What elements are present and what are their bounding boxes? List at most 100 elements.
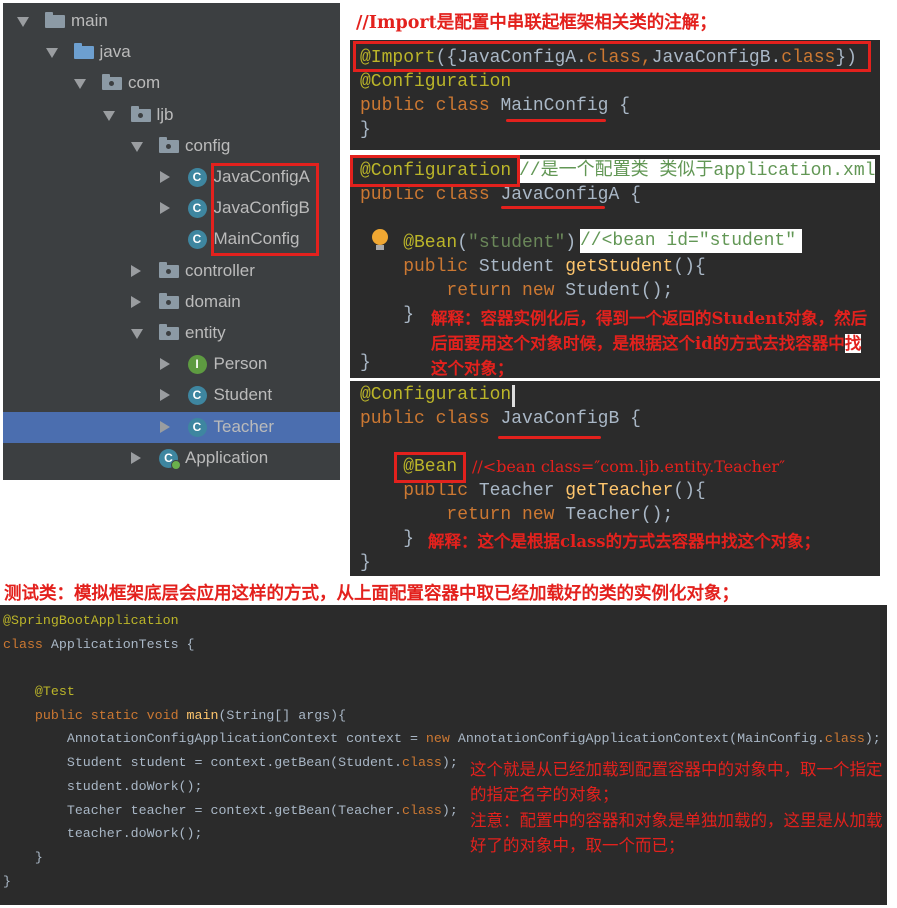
tree-item-java[interactable]: java <box>3 37 340 68</box>
expand-arrow-down-icon[interactable] <box>131 141 143 152</box>
config-classes-highlight-box <box>211 163 319 256</box>
tree-item-student[interactable]: C Student <box>3 380 340 411</box>
class-icon: C <box>187 417 207 437</box>
spring-application-icon: C <box>159 448 181 470</box>
code-token-txt: student.doWork(); <box>3 778 203 794</box>
code-token-meth: getStudent <box>565 257 674 277</box>
code-token-kw: new <box>425 731 458 747</box>
tree-item-controller[interactable]: controller <box>3 256 340 287</box>
code-token-ann: @Configuration <box>360 72 512 92</box>
code-token-txt: JavaConfigB <box>500 409 620 429</box>
expand-arrow-down-icon[interactable] <box>17 17 29 27</box>
expand-arrow-down-icon[interactable] <box>74 79 86 90</box>
getbean-note: 这个就是从已经加载到配置容器中的对象中，取一个指定的指定名字的对象； <box>470 760 883 804</box>
code-token-txt: (){ <box>673 481 706 501</box>
code-token-txt: { <box>619 409 641 429</box>
expand-arrow-right-icon[interactable] <box>159 202 170 215</box>
code-token-kw: public static void <box>3 707 187 723</box>
expand-arrow-right-icon[interactable] <box>159 171 170 183</box>
expand-arrow-down-icon[interactable] <box>45 48 58 59</box>
tree-item-label: Person <box>213 354 268 374</box>
attention-note: 注意：配置中的容器和对象是单独加载的，这里是从加载好了的对象中，取一个而已； <box>470 811 883 855</box>
tree-item-label: com <box>128 73 161 93</box>
code-token-txt: Student(); <box>565 281 674 301</box>
tree-item-label: java <box>99 42 131 62</box>
code-token-txt: Teacher <box>478 481 566 501</box>
code-token-txt: ApplicationTests { <box>50 636 195 652</box>
code-line: public class JavaConfigB { <box>360 407 706 431</box>
code-line: return new Student(); <box>360 279 706 303</box>
expand-arrow-right-icon[interactable] <box>159 358 170 371</box>
code-token-kw: public class <box>360 185 501 205</box>
tree-item-label: controller <box>185 260 255 280</box>
package-icon <box>159 292 179 309</box>
code-token-ann: @SpringBootApplication <box>3 613 179 628</box>
tree-item-person[interactable]: I Person <box>3 349 340 380</box>
text-cursor <box>512 385 515 407</box>
code-token-meth: getTeacher <box>565 481 674 501</box>
class-icon: C <box>187 199 207 219</box>
code-token-txt: { <box>619 185 641 205</box>
code-line: @Test <box>3 680 881 704</box>
tree-item-label: ljb <box>156 104 174 124</box>
teacher-bean-note: 解释：这个是根据class的方式去容器中找这个对象； <box>428 532 821 551</box>
folder-blue-icon <box>73 43 94 60</box>
mainconfig-underline <box>506 119 606 122</box>
code-token-txt: AnnotationConfigApplicationContext(MainC… <box>457 731 825 747</box>
class-icon: C <box>187 386 207 406</box>
code-line: public Student getStudent(){ <box>360 255 706 279</box>
expand-arrow-right-icon[interactable] <box>131 295 141 308</box>
tree-item-application[interactable]: C Application <box>3 443 340 474</box>
tree-item-teacher[interactable]: C Teacher <box>3 411 340 443</box>
code-token-txt: } <box>3 873 11 889</box>
expand-arrow-right-icon[interactable] <box>131 451 141 464</box>
tree-item-label: main <box>71 11 108 30</box>
code-token-kw: public <box>360 257 479 277</box>
interface-icon: I <box>187 355 207 375</box>
expand-arrow-right-icon[interactable] <box>131 264 141 277</box>
tree-item-com[interactable]: com <box>3 68 340 99</box>
bean-teacher-comment: //<bean class=″com.ljb.entity.Teacher″ <box>472 457 786 476</box>
code-token-txt: ) <box>565 233 577 253</box>
code-line: return new Teacher(); <box>360 503 706 527</box>
code-token-txt: AnnotationConfigApplicationContext conte… <box>3 731 426 747</box>
code-token-kw: public class <box>360 96 501 116</box>
expand-arrow-down-icon[interactable] <box>131 329 143 339</box>
import-caption: //Import是配置中串联起框架相关类的注解； <box>356 13 717 33</box>
student-note-text-end: 这个对象； <box>431 359 514 378</box>
import-highlight-box <box>353 41 871 72</box>
tree-item-config[interactable]: config <box>3 131 340 162</box>
code-token-kw: public class <box>360 409 501 429</box>
javaconfiga-underline <box>501 206 605 209</box>
code-token-kw: public <box>360 481 479 501</box>
package-icon <box>159 261 179 278</box>
expand-arrow-right-icon[interactable] <box>159 420 170 433</box>
code-token-txt: Teacher(); <box>565 505 674 525</box>
expand-arrow-down-icon[interactable] <box>102 110 115 121</box>
code-token-kw: class <box>824 731 865 747</box>
editor-application-tests: @SpringBootApplication class ApplicationT… <box>0 605 887 905</box>
code-line: public class MainConfig { <box>360 94 857 118</box>
class-icon: C <box>187 168 207 187</box>
expand-arrow-right-icon[interactable] <box>159 389 170 402</box>
code-token-kw: return new <box>360 281 566 301</box>
tree-item-ljb[interactable]: ljb <box>3 100 340 131</box>
tree-item-label: entity <box>185 323 226 342</box>
code-token-txt: (String[] args){ <box>218 707 347 723</box>
tree-item-entity[interactable]: entity <box>3 318 340 349</box>
code-line: } <box>3 870 881 894</box>
code-token-txt: } <box>360 529 415 549</box>
tree-item-domain[interactable]: domain <box>3 287 340 318</box>
lightbulb-icon[interactable] <box>372 229 388 245</box>
code-token-txt: ); <box>864 731 881 747</box>
code-line: @Configuration <box>360 383 706 407</box>
code-token-txt: teacher.doWork(); <box>3 826 203 842</box>
package-icon <box>159 324 179 340</box>
tree-item-main[interactable]: main <box>3 6 340 37</box>
code-line: } <box>360 551 706 575</box>
code-token-txt: (){ <box>673 257 706 277</box>
code-token-txt: } <box>360 353 371 373</box>
code-line: } <box>360 118 857 142</box>
code-token-txt: Student student = context.getBean(Studen… <box>3 755 402 771</box>
student-note-text: 解释：容器实例化后，得到一个返回的Student对象，然后后面要用这个对象时候，… <box>431 309 868 353</box>
